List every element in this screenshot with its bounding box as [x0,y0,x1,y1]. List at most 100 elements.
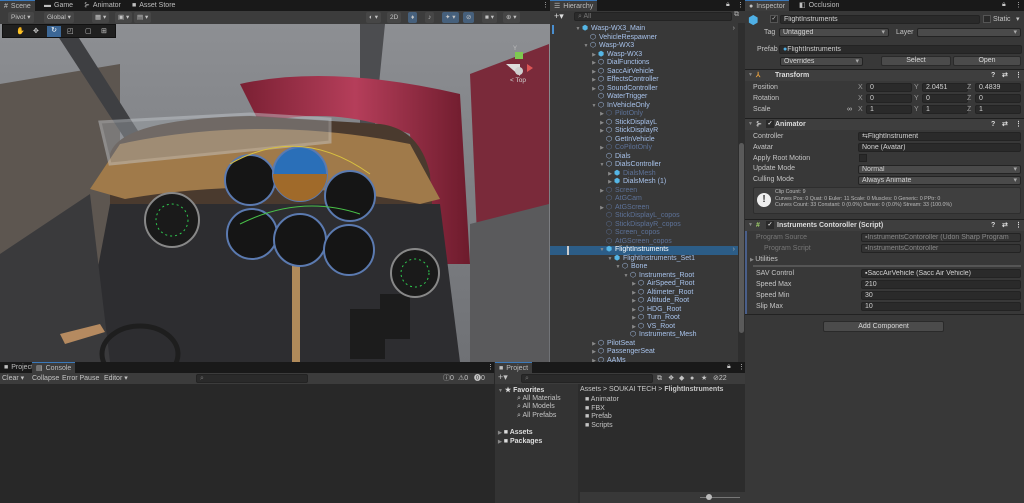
scale-z-input[interactable]: 1 [975,105,1021,114]
hierarchy-item[interactable]: ▶ ⬡ Altimeter_Root [550,289,738,298]
lock-icon[interactable]: 🔒︎ [1002,1,1006,9]
speed-min-input[interactable]: 30 [861,291,1021,300]
foldout-arrow-icon[interactable]: ▶ [598,110,606,119]
hierarchy-item[interactable]: ⬡ StickDisplayL_copos [550,212,738,221]
open-button[interactable]: Open [953,56,1021,66]
controller-field[interactable]: ⇆FlightInstrument [858,132,1021,141]
hierarchy-item[interactable]: ▶ ⬢ DialsMesh (1) [550,178,738,187]
move-tool-icon[interactable]: ✥ [33,27,39,35]
error-pause-button[interactable]: Error Pause [62,374,99,383]
speed-max-input[interactable]: 210 [861,280,1021,289]
foldout-arrow-icon[interactable]: ▶ [630,314,638,323]
tab-console[interactable]: ▤ Console [32,362,76,373]
position-z-input[interactable]: 0.4839 [975,83,1021,92]
open-prefab-arrow-icon[interactable]: › [733,25,735,34]
error-count-button[interactable]: ⓿0 [474,374,485,383]
foldout-arrow-icon[interactable]: ▶ [590,51,598,60]
fav-all-models[interactable]: ⌕ All Models [517,402,555,411]
script-header[interactable]: ▼ # ✓ Instruments Contoroller (Script) ?… [745,219,1024,231]
hand-tool-icon[interactable]: ✋ [16,27,25,35]
grid-toggle-button[interactable]: ▤ ▾ [134,12,152,23]
camera-settings-icon[interactable]: ■ ▾ [482,12,497,23]
hierarchy-item[interactable]: ⬡ VehicleRespawner [550,34,738,43]
scrollbar-thumb[interactable] [739,143,744,333]
global-dropdown[interactable]: Global ▾ [44,12,74,23]
update-mode-dropdown[interactable]: Normal [858,165,1021,174]
preset-icon[interactable]: ⇄ [1002,70,1008,81]
hierarchy-item[interactable]: ⬡ Dials [550,153,738,162]
scale-tool-icon[interactable]: ◰ [67,27,74,35]
hierarchy-scrollbar[interactable] [738,23,745,362]
hierarchy-item[interactable]: ▶ ⬡ StickDisplayR [550,127,738,136]
scale-x-input[interactable]: 1 [866,105,912,114]
rect-tool-icon[interactable]: ▢ [85,27,92,35]
project-search-input[interactable]: ⌕ [521,374,653,383]
rotation-x-input[interactable]: 0 [866,94,912,103]
create-button[interactable]: +▾ [498,373,508,382]
axis-label[interactable]: Z [967,94,971,103]
hierarchy-item[interactable]: ▼ ⬡ InVehicleOnly [550,102,738,111]
console-search-input[interactable]: ⌕ [196,374,308,383]
hidden-packages-button[interactable]: ⊘22 [713,374,727,383]
foldout-arrow-icon[interactable]: ▶ [590,76,598,85]
layer-dropdown[interactable] [917,28,1021,37]
fav-all-prefabs[interactable]: ⌕ All Prefabs [517,411,556,420]
tab-hierarchy[interactable]: ☰ Hierarchy [550,0,598,11]
foldout-arrow-icon[interactable]: ▶ [598,204,606,213]
folder-scripts[interactable]: ■ Scripts [585,421,613,430]
axis-label[interactable]: Z [967,83,971,92]
foldout-arrow-icon[interactable]: ▶ [630,289,638,298]
static-dropdown-icon[interactable]: ▾ [1016,15,1020,24]
log-count-button[interactable]: ⓘ0 [443,374,454,383]
editor-dropdown[interactable]: Editor ▾ [104,374,128,383]
hierarchy-item[interactable]: ▼ ⬢ Wasp-WX3_Main › [550,25,738,34]
hierarchy-item[interactable]: ▶ ⬡ HDG_Root [550,306,738,315]
scale-y-input[interactable]: 1 [922,105,968,114]
lock-icon[interactable]: 🔒︎ [727,363,731,371]
hierarchy-item[interactable]: ▶ ⬡ PassengerSeat [550,348,738,357]
scene-view[interactable]: Y < Top ✋ ✥ ↻ ◰ ▢ ⊞ [0,24,550,362]
help-icon[interactable]: ? [991,220,995,231]
increment-snap-button[interactable]: ▣ ▾ [115,12,133,23]
foldout-arrow-icon[interactable]: ▶ [598,144,606,153]
effects-toggle-icon[interactable]: ✦ ▾ [442,12,459,23]
hierarchy-item[interactable]: ▶ ⬡ Screen [550,187,738,196]
more-menu-icon[interactable]: ⋮ [1015,1,1022,9]
hierarchy-item[interactable]: ▶ ⬡ AirSpeed_Root [550,280,738,289]
tab-inspector[interactable]: ● Inspector [745,0,790,11]
avatar-field[interactable]: None (Avatar) [858,143,1021,152]
axis-label[interactable]: Y [914,83,919,92]
component-menu-icon[interactable]: ⋮ [1015,119,1022,130]
animator-enabled-checkbox[interactable]: ✓ [766,120,774,128]
hierarchy-item[interactable]: ▶ ⬡ AtGScreen [550,204,738,213]
rotate-tool-icon[interactable]: ↻ [47,26,61,37]
tab-asset-store[interactable]: ■ Asset Store [128,0,179,11]
static-checkbox[interactable] [983,15,991,23]
foldout-arrow-icon[interactable]: ▼ [622,272,630,281]
foldout-arrow-icon[interactable]: ▶ [590,85,598,94]
rotation-y-input[interactable]: 0 [922,94,968,103]
pivot-dropdown[interactable]: Pivot ▾ [8,12,34,23]
hierarchy-item[interactable]: ▼ ⬢ FlightInstruments › [550,246,738,255]
foldout-arrow-icon[interactable]: ▼ [748,220,753,231]
foldout-arrow-icon[interactable]: ▼ [614,263,622,272]
hierarchy-item[interactable]: ▼ ⬢ FlightInstruments_Set1 [550,255,738,264]
help-icon[interactable]: ? [991,70,995,81]
preset-icon[interactable]: ⇄ [1002,119,1008,130]
hierarchy-search-input[interactable]: ⌕ All [574,12,732,21]
foldout-arrow-icon[interactable]: ▼ [574,25,582,34]
foldout-arrow-icon[interactable]: ▼ [748,70,753,81]
overrides-dropdown[interactable]: Overrides [780,57,863,66]
position-x-input[interactable]: 0 [866,83,912,92]
rotation-z-input[interactable]: 0 [975,94,1021,103]
component-menu-icon[interactable]: ⋮ [1015,220,1022,231]
hidden-objects-icon[interactable]: ⊘ [463,12,475,23]
hierarchy-item[interactable]: ▶ ⬡ DialFunctions [550,59,738,68]
foldout-arrow-icon[interactable]: ▶ [590,348,598,357]
hierarchy-item[interactable]: ▼ ⬡ Wasp-WX3 [550,42,738,51]
search-by-label-icon[interactable]: ❖ [668,374,674,383]
axis-label[interactable]: X [858,94,863,103]
slip-max-input[interactable]: 10 [861,302,1021,311]
foldout-arrow-icon[interactable]: ▶ [606,170,614,179]
hierarchy-item[interactable]: ⬡ AtGCam [550,195,738,204]
